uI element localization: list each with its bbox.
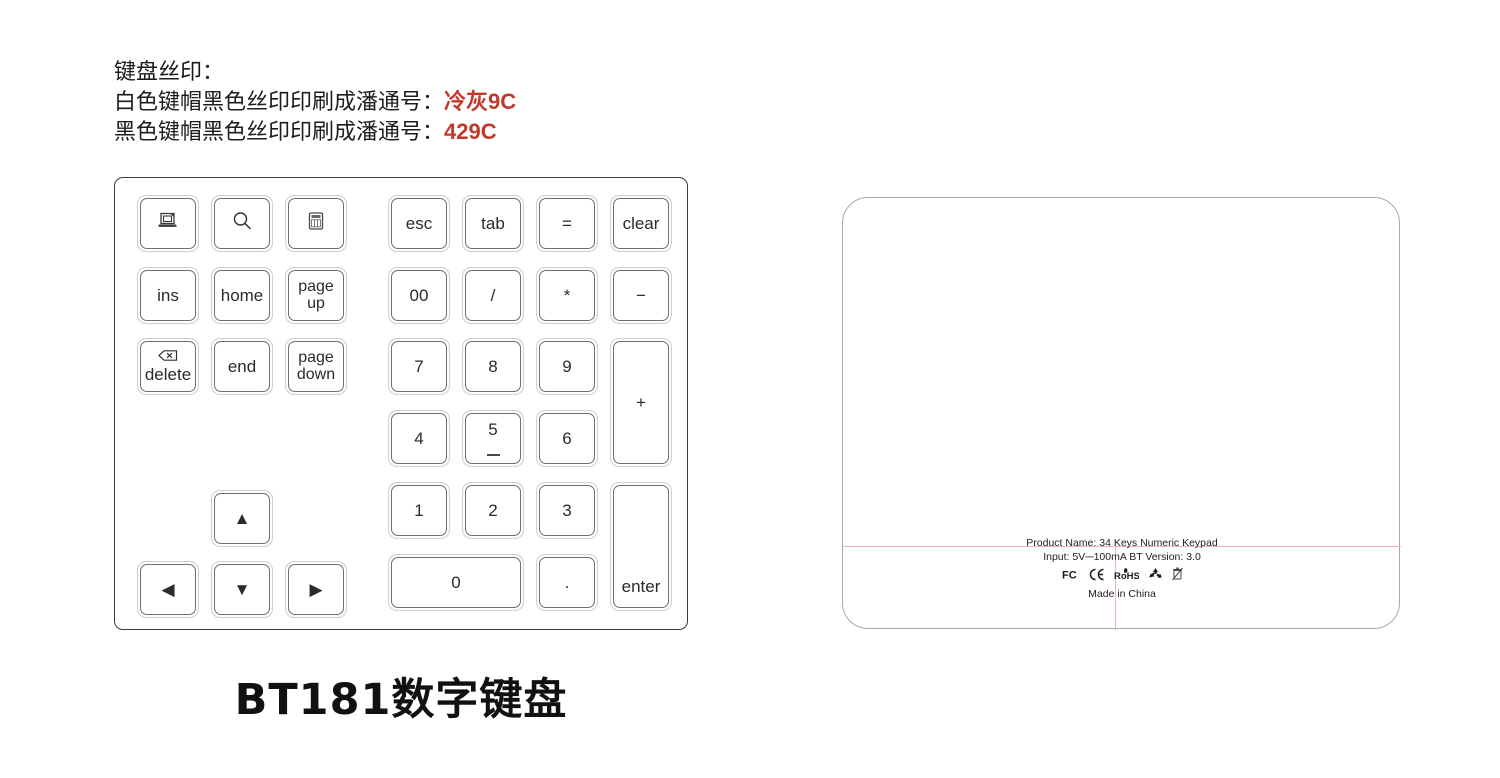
key-calculator[interactable] bbox=[285, 195, 347, 252]
mylar-sheet-outline: Product Name: 34 Keys Numeric Keypad Inp… bbox=[842, 197, 1401, 630]
key-label: 4 bbox=[414, 428, 424, 448]
key-divide[interactable]: / bbox=[462, 267, 524, 324]
arrow-down-icon: ▼ bbox=[233, 580, 251, 599]
key-label: = bbox=[562, 213, 572, 233]
key-label: / bbox=[490, 285, 496, 305]
key-label: 2 bbox=[488, 500, 498, 520]
product-label-block: Product Name: 34 Keys Numeric Keypad Inp… bbox=[843, 536, 1401, 601]
key-num-2[interactable]: 2 bbox=[462, 482, 524, 539]
key-label: 9 bbox=[562, 356, 572, 376]
key-label: end bbox=[227, 356, 257, 376]
key-num-8[interactable]: 8 bbox=[462, 338, 524, 395]
arrow-left-icon: ◀ bbox=[161, 580, 175, 599]
key-label: tab bbox=[481, 213, 505, 233]
key-ins[interactable]: ins bbox=[137, 267, 199, 324]
key-plus[interactable]: + bbox=[610, 338, 672, 467]
key-label: ins bbox=[157, 285, 179, 305]
key-label: home bbox=[220, 285, 264, 305]
key-screen-mirror[interactable] bbox=[137, 195, 199, 252]
ce-icon bbox=[1088, 568, 1105, 585]
key-label: page down bbox=[296, 349, 336, 383]
key-num-9[interactable]: 9 bbox=[536, 338, 598, 395]
key-label: . bbox=[564, 572, 570, 592]
key-delete[interactable]: delete bbox=[137, 338, 199, 395]
silkscreen-value-black: 429C bbox=[444, 119, 497, 144]
backspace-icon bbox=[158, 349, 178, 365]
key-label: * bbox=[563, 285, 571, 305]
product-name-line: Product Name: 34 Keys Numeric Keypad bbox=[1026, 537, 1218, 549]
key-label: + bbox=[636, 392, 646, 412]
page-title: BT181数字键盘 bbox=[234, 675, 568, 725]
keyboard-drawing-panel: 键盘丝印： 白色键帽黑色丝印印刷成潘通号：冷灰9C 黑色键帽黑色丝印印刷成潘通号… bbox=[0, 0, 760, 778]
key-label: 6 bbox=[562, 428, 572, 448]
key-num-7[interactable]: 7 bbox=[388, 338, 450, 395]
key-label: esc bbox=[405, 213, 433, 233]
key-label: 0 bbox=[451, 572, 461, 592]
key-label: clear bbox=[622, 213, 660, 233]
key-equals[interactable]: = bbox=[536, 195, 598, 252]
key-label: delete bbox=[144, 365, 192, 385]
svg-text:FC: FC bbox=[1062, 569, 1077, 581]
key-tab[interactable]: tab bbox=[462, 195, 524, 252]
svg-text:RoHS: RoHS bbox=[1114, 571, 1139, 581]
key-home[interactable]: home bbox=[211, 267, 273, 324]
key-label: 00 bbox=[409, 285, 429, 305]
key-arrow-left[interactable]: ◀ bbox=[137, 561, 199, 618]
search-icon bbox=[231, 210, 253, 236]
key-num-6[interactable]: 6 bbox=[536, 410, 598, 467]
key-label: 5 bbox=[488, 420, 498, 440]
certification-marks: FC RoHS bbox=[843, 566, 1401, 586]
key-label: 1 bbox=[414, 500, 424, 520]
silkscreen-row-black: 黑色键帽黑色丝印印刷成潘通号：429C bbox=[114, 117, 516, 147]
key-enter[interactable]: enter bbox=[610, 482, 672, 611]
keyboard-outline: ins home page up delete end page down ▲ … bbox=[114, 177, 688, 630]
silkscreen-heading: 键盘丝印： bbox=[114, 59, 225, 84]
weee-bin-icon bbox=[1171, 567, 1183, 585]
key-double-zero[interactable]: 00 bbox=[388, 267, 450, 324]
key-esc[interactable]: esc bbox=[388, 195, 450, 252]
arrow-right-icon: ▶ bbox=[309, 580, 323, 599]
rohs-icon: RoHS bbox=[1114, 567, 1139, 585]
silkscreen-label-white: 白色键帽黑色丝印印刷成潘通号： bbox=[114, 89, 445, 114]
fcc-icon: FC bbox=[1062, 568, 1079, 585]
product-input-line: Input: 5V⎓100mA BT Version: 3.0 bbox=[1043, 551, 1201, 563]
homing-bar bbox=[486, 454, 500, 456]
key-page-up[interactable]: page up bbox=[285, 267, 347, 324]
mylar-drawing-panel: Product Name: 34 Keys Numeric Keypad Inp… bbox=[760, 0, 1500, 778]
silkscreen-value-white: 冷灰9C bbox=[444, 89, 517, 114]
key-label: 3 bbox=[562, 500, 572, 520]
key-arrow-up[interactable]: ▲ bbox=[211, 490, 273, 547]
key-label: page up bbox=[298, 278, 334, 312]
key-search[interactable] bbox=[211, 195, 273, 252]
key-label: 7 bbox=[414, 356, 424, 376]
key-label: 8 bbox=[488, 356, 498, 376]
key-end[interactable]: end bbox=[211, 338, 273, 395]
calculator-icon bbox=[307, 211, 325, 235]
key-arrow-down[interactable]: ▼ bbox=[211, 561, 273, 618]
key-label: − bbox=[636, 285, 646, 305]
key-num-5[interactable]: 5 bbox=[462, 410, 524, 467]
arrow-up-icon: ▲ bbox=[233, 509, 251, 528]
key-page-down[interactable]: page down bbox=[285, 338, 347, 395]
origin-line: Made in China bbox=[1088, 588, 1156, 600]
silkscreen-row-white: 白色键帽黑色丝印印刷成潘通号：冷灰9C bbox=[114, 87, 516, 117]
key-num-4[interactable]: 4 bbox=[388, 410, 450, 467]
key-minus[interactable]: − bbox=[610, 267, 672, 324]
key-multiply[interactable]: * bbox=[536, 267, 598, 324]
key-label: enter bbox=[621, 576, 661, 596]
silkscreen-label-black: 黑色键帽黑色丝印印刷成潘通号： bbox=[114, 119, 445, 144]
key-num-0[interactable]: 0 bbox=[388, 554, 524, 611]
key-num-3[interactable]: 3 bbox=[536, 482, 598, 539]
key-arrow-right[interactable]: ▶ bbox=[285, 561, 347, 618]
key-decimal-point[interactable]: . bbox=[536, 554, 598, 611]
key-clear[interactable]: clear bbox=[610, 195, 672, 252]
key-num-1[interactable]: 1 bbox=[388, 482, 450, 539]
laptop-screen-icon bbox=[157, 211, 179, 235]
recycle-icon bbox=[1148, 567, 1163, 585]
keyboard-silkscreen-spec: 键盘丝印： 白色键帽黑色丝印印刷成潘通号：冷灰9C 黑色键帽黑色丝印印刷成潘通号… bbox=[114, 57, 516, 147]
